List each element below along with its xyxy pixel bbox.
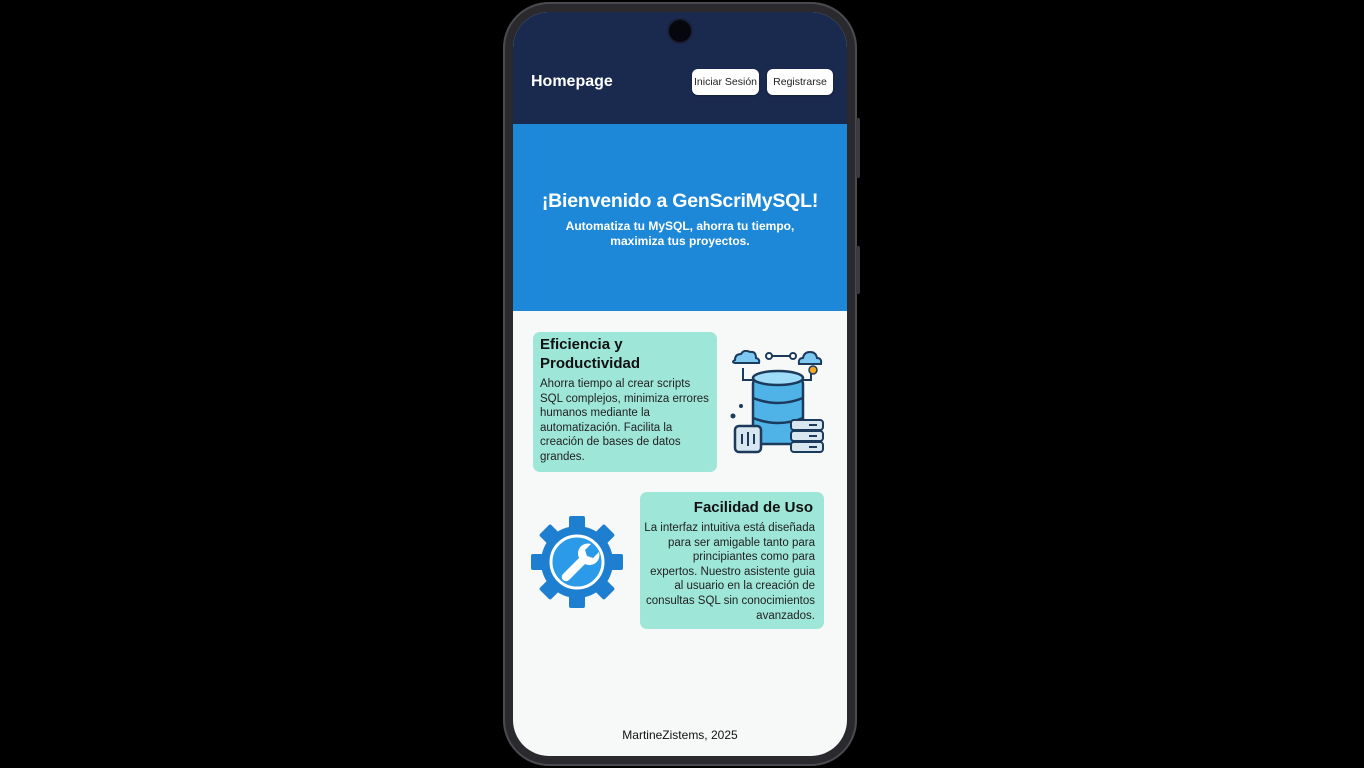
hero-banner: ¡Bienvenido a GenScriMySQL! Automatiza t… — [513, 124, 847, 311]
app-screen: Homepage Iniciar Sesión Registrarse ¡Bie… — [513, 12, 847, 756]
gear-wrench-icon — [531, 516, 623, 608]
feature-card-usability: Facilidad de Uso La interfaz intuitiva e… — [640, 492, 824, 629]
feature-text: La interfaz intuitiva está diseñada para… — [644, 522, 815, 622]
feature-text: Ahorra tiempo al crear scripts SQL compl… — [540, 378, 709, 463]
brand-title: Homepage — [531, 73, 613, 90]
login-button[interactable]: Iniciar Sesión — [692, 69, 759, 95]
register-button[interactable]: Registrarse — [767, 69, 833, 95]
feature-title: Eficiencia y Productividad — [540, 336, 641, 372]
feature-title: Facilidad de Uso — [693, 499, 813, 516]
front-camera — [669, 20, 691, 42]
database-server-icon — [730, 350, 824, 454]
footer-copyright: MartineZistems, 2025 — [622, 728, 738, 742]
volume-button — [856, 246, 860, 294]
hero-title: ¡Bienvenido a GenScriMySQL! — [541, 190, 819, 212]
hero-subtitle: Automatiza tu MySQL, ahorra tu tiempo, m… — [565, 219, 795, 248]
feature-card-efficiency: Eficiencia y Productividad Ahorra tiempo… — [533, 332, 717, 472]
power-button — [856, 118, 860, 178]
